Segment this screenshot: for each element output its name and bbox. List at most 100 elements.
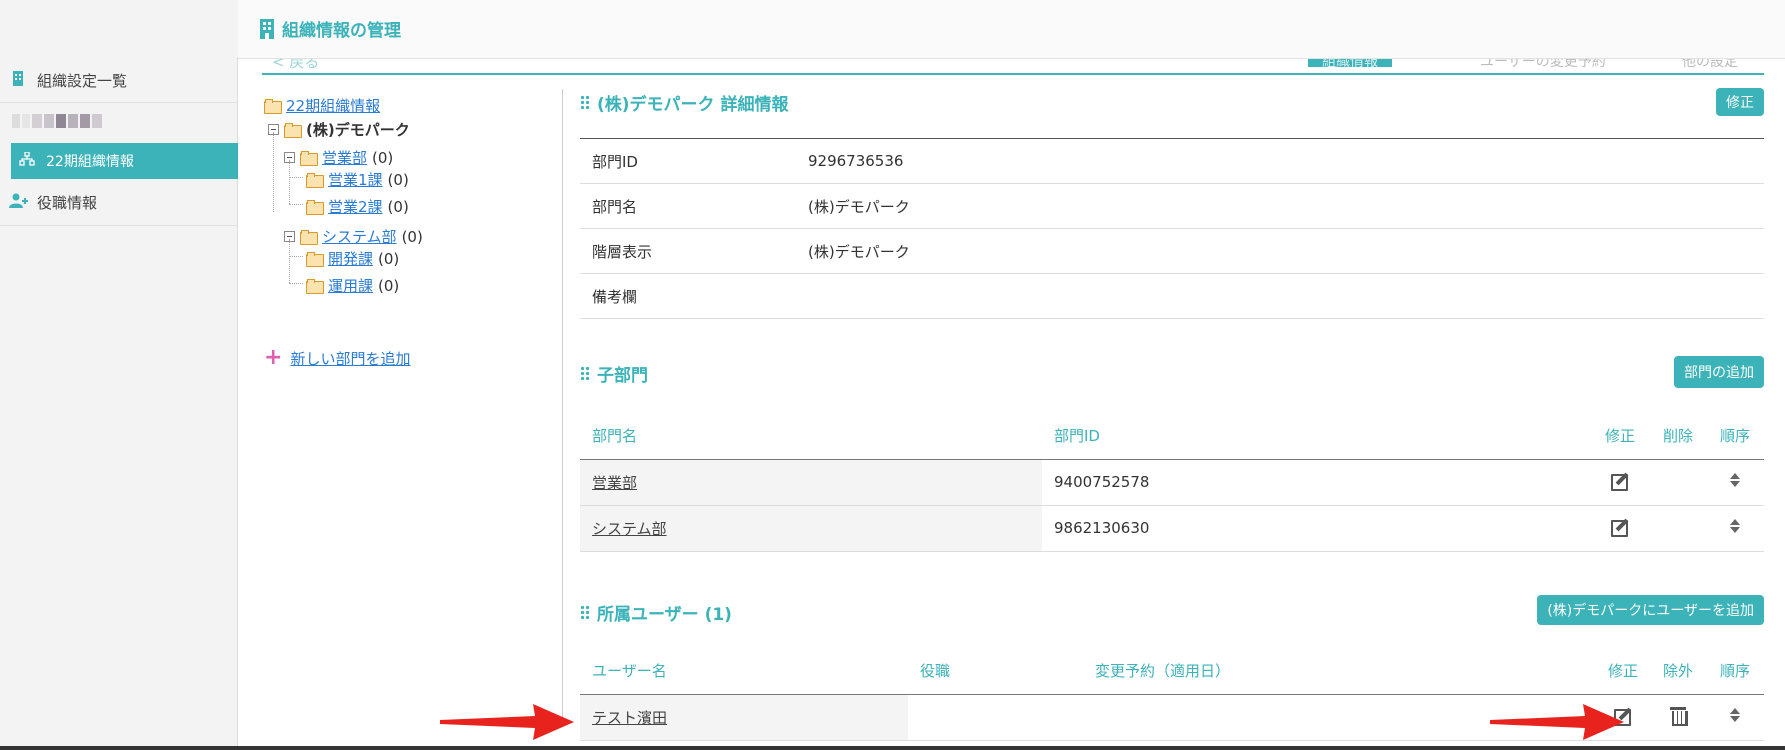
add-department-link[interactable]: + 新しい部門を追加 bbox=[264, 347, 410, 369]
tree-node-link[interactable]: 営業2課 bbox=[328, 196, 383, 217]
tree-node-count: (0) bbox=[378, 249, 400, 268]
detail-key: 備考欄 bbox=[580, 273, 796, 319]
tab-other-settings[interactable]: 他の設定 bbox=[1682, 59, 1738, 71]
tree-node-link[interactable]: 開発課 bbox=[328, 248, 373, 269]
sidebar-item-org-settings[interactable]: 組織設定一覧 bbox=[0, 59, 238, 101]
tree-node-link[interactable]: 営業1課 bbox=[328, 169, 383, 190]
page-title-text: 組織情報の管理 bbox=[282, 21, 401, 41]
tree-node-link[interactable]: 運用課 bbox=[328, 275, 373, 296]
children-section-header: 子部門 部門の追加 bbox=[580, 356, 1764, 388]
tree-node[interactable]: 営業1課 (0) bbox=[306, 169, 409, 190]
detail-row: 備考欄 bbox=[580, 273, 1764, 319]
page-header: 組織情報の管理 bbox=[238, 0, 1785, 59]
detail-row: 部門名 (株)デモパーク bbox=[580, 183, 1764, 229]
department-id-cell: 9400752578 bbox=[1042, 459, 1590, 506]
tree-node-link[interactable]: 営業部 bbox=[322, 147, 367, 168]
tree-node-count: (0) bbox=[387, 170, 409, 189]
tab-org-info[interactable]: 組織情報 bbox=[1308, 59, 1392, 70]
grip-icon bbox=[580, 366, 591, 380]
sidebar-item-22-org-info[interactable]: 22期組織情報 bbox=[11, 143, 238, 179]
table-row: 営業部 9400752578 bbox=[580, 459, 1764, 506]
column-header: 修正 bbox=[1596, 648, 1650, 695]
tree-line bbox=[273, 132, 274, 212]
edit-department-button[interactable]: 修正 bbox=[1716, 88, 1764, 116]
add-child-department-button[interactable]: 部門の追加 bbox=[1674, 356, 1764, 388]
red-arrow-icon bbox=[440, 704, 574, 740]
detail-key: 部門ID bbox=[580, 138, 796, 184]
column-header: 削除 bbox=[1650, 413, 1706, 460]
tab-user-reservations[interactable]: ユーザーの変更予約 bbox=[1480, 59, 1606, 71]
user-position-cell bbox=[908, 694, 1083, 741]
user-link[interactable]: テスト濱田 bbox=[592, 709, 667, 727]
vertical-divider bbox=[562, 89, 563, 725]
tree-node-count: (0) bbox=[401, 227, 423, 246]
bottom-edge bbox=[0, 746, 1785, 750]
detail-table: 部門ID 9296736536 部門名 (株)デモパーク 階層表示 (株)デモパーク … bbox=[580, 138, 1764, 319]
order-cell bbox=[1706, 694, 1764, 741]
edit-icon[interactable] bbox=[1610, 471, 1630, 491]
department-id-cell: 9862130630 bbox=[1042, 505, 1590, 552]
children-title: 子部門 bbox=[597, 365, 648, 386]
column-header: 修正 bbox=[1590, 413, 1650, 460]
add-user-button[interactable]: (株)デモパークにユーザーを追加 bbox=[1537, 595, 1764, 625]
tree-node-link[interactable]: システム部 bbox=[322, 226, 397, 247]
folder-open-icon bbox=[300, 150, 318, 166]
tree-root-link[interactable]: 22期組織情報 bbox=[286, 95, 380, 116]
table-row: システム部 9862130630 bbox=[580, 505, 1764, 552]
tree-node[interactable]: システム部 (0) bbox=[284, 226, 423, 247]
tree-node-count: (0) bbox=[378, 276, 400, 295]
folder-open-icon bbox=[300, 229, 318, 245]
detail-section-header: (株)デモパーク 詳細情報 修正 bbox=[580, 87, 1764, 117]
department-link[interactable]: システム部 bbox=[592, 520, 667, 538]
sort-icon[interactable] bbox=[1730, 472, 1740, 488]
main-content: < 戻る 組織情報 ユーザーの変更予約 他の設定 22期組織情報 (株)デモパー… bbox=[238, 59, 1785, 750]
blurred-company-name bbox=[12, 114, 102, 128]
building-icon bbox=[260, 18, 274, 39]
tree-line bbox=[289, 283, 303, 284]
detail-key: 部門名 bbox=[580, 183, 796, 229]
tree-line bbox=[289, 204, 303, 205]
sidebar-item-label: 組織設定一覧 bbox=[37, 71, 128, 90]
department-name-cell: システム部 bbox=[580, 505, 1042, 552]
red-arrow-icon bbox=[1490, 704, 1624, 740]
tree-node[interactable]: 開発課 (0) bbox=[306, 248, 399, 269]
sort-icon[interactable] bbox=[1730, 518, 1740, 534]
tree-line bbox=[289, 160, 290, 204]
detail-key: 階層表示 bbox=[580, 228, 796, 274]
folder-open-icon bbox=[264, 98, 282, 114]
order-cell bbox=[1706, 505, 1764, 552]
sidebar-item-positions[interactable]: 役職情報 bbox=[0, 181, 238, 223]
back-link[interactable]: < 戻る bbox=[272, 59, 319, 72]
department-link[interactable]: 営業部 bbox=[592, 474, 637, 492]
add-department-label[interactable]: 新しい部門を追加 bbox=[290, 348, 410, 369]
sidebar: 組織設定一覧 22期組織情報 役職情報 bbox=[0, 57, 238, 750]
plus-icon: + bbox=[264, 345, 283, 370]
sort-icon[interactable] bbox=[1730, 707, 1740, 723]
folder-open-icon bbox=[306, 278, 324, 294]
detail-value: (株)デモパーク bbox=[796, 228, 1764, 274]
trash-icon[interactable] bbox=[1670, 706, 1688, 726]
tree-company[interactable]: (株)デモパーク bbox=[268, 119, 410, 140]
tree-root[interactable]: 22期組織情報 bbox=[264, 95, 380, 116]
divider bbox=[0, 225, 238, 226]
edit-icon[interactable] bbox=[1610, 517, 1630, 537]
column-header: ユーザー名 bbox=[580, 648, 908, 695]
org-chart-icon bbox=[18, 151, 36, 170]
department-name-cell: 営業部 bbox=[580, 459, 1042, 506]
tree-node[interactable]: 営業部 (0) bbox=[284, 147, 393, 168]
detail-row: 階層表示 (株)デモパーク bbox=[580, 228, 1764, 274]
delete-cell bbox=[1650, 459, 1706, 506]
tree-node[interactable]: 営業2課 (0) bbox=[306, 196, 409, 217]
delete-cell bbox=[1650, 505, 1706, 552]
folder-open-icon bbox=[306, 199, 324, 215]
tree-node[interactable]: 運用課 (0) bbox=[306, 275, 399, 296]
children-table: 部門名 部門ID 修正 削除 順序 営業部 9400752578 システム部 9… bbox=[580, 413, 1764, 552]
users-section-header: 所属ユーザー (1) (株)デモパークにユーザーを追加 bbox=[580, 595, 1764, 627]
detail-title: (株)デモパーク 詳細情報 bbox=[597, 94, 789, 115]
column-header: 順序 bbox=[1706, 648, 1764, 695]
tab-strip: < 戻る 組織情報 ユーザーの変更予約 他の設定 bbox=[262, 59, 1764, 75]
building-icon bbox=[9, 70, 27, 90]
tree-line bbox=[289, 256, 303, 257]
edit-cell bbox=[1590, 505, 1650, 552]
column-header: 役職 bbox=[908, 648, 1083, 695]
